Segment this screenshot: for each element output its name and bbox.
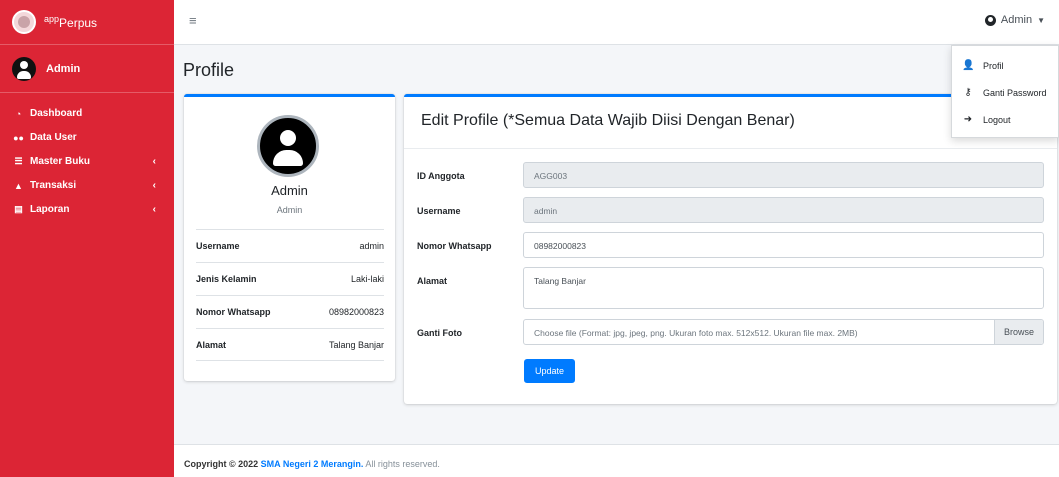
form-row-ganti-foto: Ganti Foto Choose file (Format: jpg, jpe… bbox=[417, 319, 1044, 345]
card-title: Edit Profile (*Semua Data Wajib Diisi De… bbox=[421, 112, 795, 129]
info-label: Jenis Kelamin bbox=[196, 274, 257, 284]
info-value: 08982000823 bbox=[328, 307, 384, 317]
users-icon: ●● bbox=[13, 132, 24, 143]
sidebar-nav: ◔ Dashboard ●● Data User ☰ Master Buku ‹… bbox=[0, 93, 174, 220]
sidebar-item-data-user[interactable]: ●● Data User bbox=[0, 127, 174, 148]
edit-profile-card: Edit Profile (*Semua Data Wajib Diisi De… bbox=[404, 94, 1057, 404]
info-label: Alamat bbox=[196, 339, 227, 350]
browse-button[interactable]: Browse bbox=[994, 320, 1043, 344]
sidebar-item-label: Data User bbox=[30, 132, 77, 143]
brand-text: appPerpus bbox=[44, 14, 98, 30]
sidebar-user-name: Admin bbox=[46, 62, 81, 75]
form-row-username: Username admin bbox=[417, 197, 1044, 223]
dropdown-item-ganti-password[interactable]: ⚷ Ganti Password bbox=[952, 79, 1058, 106]
list-item: Jenis Kelamin Laki-laki bbox=[196, 262, 384, 295]
database-icon: ☰ bbox=[14, 156, 23, 166]
info-label: Nomor Whatsapp bbox=[196, 307, 271, 317]
info-value: admin bbox=[359, 241, 384, 251]
menu-toggle-icon[interactable]: ≡ bbox=[189, 14, 199, 27]
dropdown-item-profil[interactable]: 👤 Profil bbox=[952, 52, 1058, 79]
whatsapp-label: Nomor Whatsapp bbox=[417, 241, 492, 251]
form-row-id-anggota: ID Anggota AGG003 bbox=[417, 162, 1044, 188]
file-input[interactable]: Choose file (Format: jpg, jpeg, png. Uku… bbox=[523, 319, 1044, 345]
user-menu-label: Admin bbox=[1000, 14, 1033, 26]
sidebar-item-label: Master Buku bbox=[30, 156, 91, 167]
brand-link[interactable]: appPerpus bbox=[0, 0, 174, 45]
chevron-left-icon: ‹ bbox=[152, 204, 156, 215]
caret-down-icon: ▼ bbox=[1037, 15, 1045, 25]
dashboard-icon: ◔ bbox=[15, 108, 22, 119]
avatar bbox=[12, 56, 36, 81]
info-value: Laki-laki bbox=[350, 274, 384, 284]
profile-role: Admin bbox=[276, 205, 303, 215]
dropdown-item-label: Profil bbox=[983, 60, 1004, 71]
page-title: Profile bbox=[183, 60, 235, 80]
list-item: Username admin bbox=[196, 229, 384, 262]
profile-avatar bbox=[257, 115, 319, 177]
whatsapp-field[interactable]: 08982000823 bbox=[523, 232, 1044, 258]
user-icon: 👤 bbox=[962, 60, 975, 71]
user-menu-toggle[interactable]: Admin ▼ bbox=[984, 14, 1045, 26]
sign-out-icon: ➜ bbox=[963, 114, 973, 125]
sidebar-item-laporan[interactable]: ▤ Laporan ‹ bbox=[0, 199, 174, 220]
form-row-alamat: Alamat Talang Banjar bbox=[417, 267, 1044, 309]
user-dropdown-menu: 👤 Profil ⚷ Ganti Password ➜ Logout bbox=[951, 45, 1059, 138]
dropdown-item-logout[interactable]: ➜ Logout bbox=[952, 106, 1058, 133]
sidebar-item-label: Laporan bbox=[30, 204, 70, 215]
list-item: Alamat Talang Banjar bbox=[196, 328, 384, 361]
file-input-placeholder: Choose file (Format: jpg, jpeg, png. Uku… bbox=[534, 328, 858, 338]
username-label: Username bbox=[417, 206, 461, 216]
sidebar-item-master-buku[interactable]: ☰ Master Buku ‹ bbox=[0, 151, 174, 172]
chevron-left-icon: ‹ bbox=[152, 180, 156, 191]
id-anggota-field[interactable]: AGG003 bbox=[523, 162, 1044, 188]
sidebar-item-transaksi[interactable]: ▲ Transaksi ‹ bbox=[0, 175, 174, 196]
sidebar: appPerpus Admin ◔ Dashboard ●● Data User… bbox=[0, 0, 174, 477]
update-button[interactable]: Update bbox=[524, 359, 575, 383]
ganti-foto-label: Ganti Foto bbox=[417, 328, 462, 338]
chart-area-icon: ▲ bbox=[14, 180, 23, 191]
sidebar-user-panel[interactable]: Admin bbox=[0, 45, 174, 93]
footer: Copyright © 2022 SMA Negeri 2 Merangin. … bbox=[174, 444, 1059, 477]
sidebar-item-label: Transaksi bbox=[30, 180, 77, 191]
brand-logo-icon bbox=[12, 10, 36, 34]
profile-card: Admin Admin Username admin Jenis Kelamin… bbox=[184, 94, 395, 381]
key-icon: ⚷ bbox=[964, 87, 972, 98]
topbar: ≡ Admin ▼ bbox=[174, 0, 1059, 45]
username-field[interactable]: admin bbox=[523, 197, 1044, 223]
alamat-textarea[interactable]: Talang Banjar bbox=[523, 267, 1044, 309]
footer-copyright: Copyright © 2022 bbox=[184, 459, 259, 469]
chevron-left-icon: ‹ bbox=[152, 156, 156, 167]
profile-info-list: Username admin Jenis Kelamin Laki-laki N… bbox=[196, 229, 384, 361]
id-anggota-label: ID Anggota bbox=[417, 171, 465, 181]
sidebar-item-label: Dashboard bbox=[30, 108, 83, 119]
info-label: Username bbox=[196, 241, 240, 251]
footer-link[interactable]: SMA Negeri 2 Merangin. bbox=[261, 459, 364, 469]
dropdown-item-label: Logout bbox=[983, 114, 1011, 125]
footer-suffix: All rights reserved. bbox=[365, 459, 440, 469]
sidebar-item-dashboard[interactable]: ◔ Dashboard bbox=[0, 103, 174, 124]
form-row-whatsapp: Nomor Whatsapp 08982000823 bbox=[417, 232, 1044, 258]
list-item: Nomor Whatsapp 08982000823 bbox=[196, 295, 384, 328]
alamat-label: Alamat bbox=[417, 276, 448, 286]
file-icon: ▤ bbox=[14, 204, 23, 214]
profile-name: Admin bbox=[271, 183, 308, 198]
user-circle-icon bbox=[984, 14, 996, 26]
info-value: Talang Banjar bbox=[328, 339, 384, 350]
dropdown-item-label: Ganti Password bbox=[983, 87, 1047, 98]
